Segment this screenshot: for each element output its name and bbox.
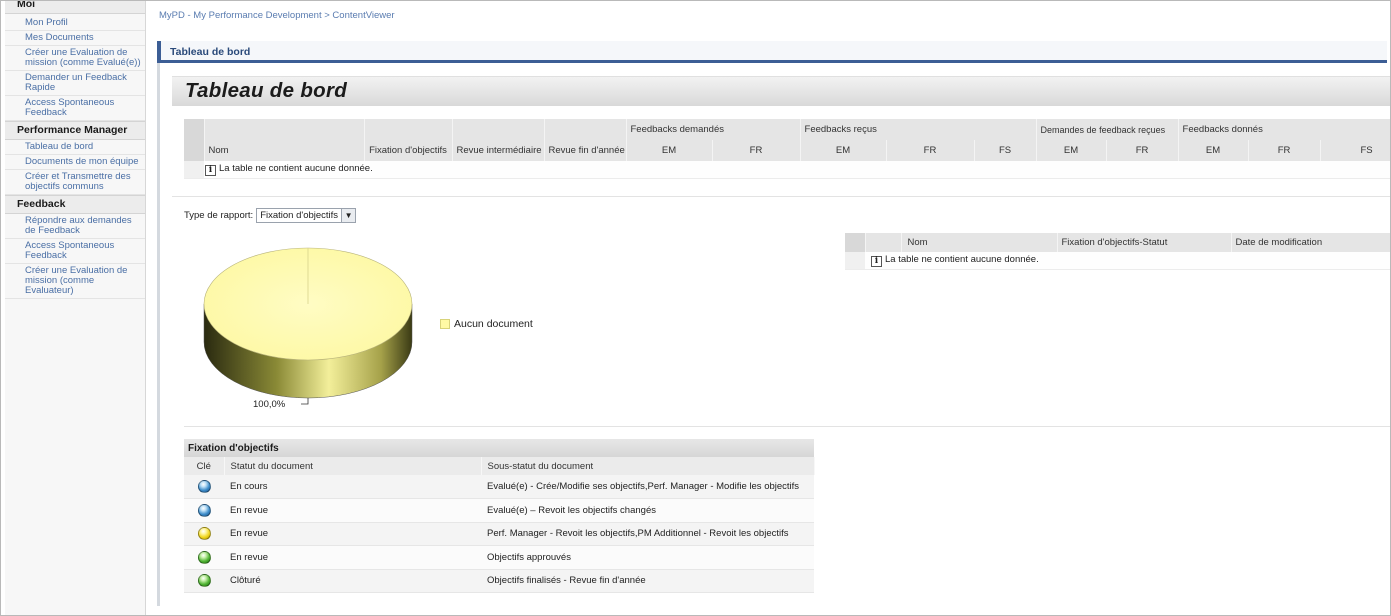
pie-legend: Aucun document	[440, 318, 533, 330]
column-header-fixation[interactable]: Fixation d'objectifs	[364, 140, 453, 161]
column-header-em[interactable]: EM	[626, 140, 713, 161]
section-divider	[184, 426, 1391, 427]
column-header-fr[interactable]: FR	[886, 140, 975, 161]
sidebar-item-tableau-de-bord[interactable]: Tableau de bord	[5, 140, 145, 155]
content-title: Tableau de bord	[170, 46, 251, 58]
column-header-fs[interactable]: FS	[1320, 140, 1391, 161]
column-header-statut-document: Statut du document	[224, 457, 482, 475]
header-blank	[865, 233, 902, 252]
page-heading-bar: Tableau de bord	[172, 76, 1391, 106]
status-cell: En revue	[224, 498, 481, 523]
header-blank	[204, 119, 365, 140]
row-selector	[184, 161, 204, 179]
status-cell: En cours	[224, 475, 481, 499]
key-cell	[184, 545, 224, 570]
blue-ball-icon	[197, 503, 211, 517]
group-header-feedbacks-recus: Feedbacks reçus	[800, 119, 1037, 140]
column-header-nom[interactable]: Nom	[204, 140, 365, 161]
sidebar: Moi Mon Profil Mes Documents Créer une E…	[5, 0, 146, 616]
column-header-fr[interactable]: FR	[1248, 140, 1321, 161]
pie-slice-label: 100,0%	[253, 399, 286, 410]
substatus-cell: Evalué(e) – Revoit les objectifs changés	[481, 498, 814, 523]
column-header-statut[interactable]: Fixation d'objectifs-Statut	[1057, 233, 1232, 252]
green-ball-icon	[197, 574, 211, 588]
green-ball-icon	[197, 550, 211, 564]
key-cell	[184, 498, 224, 523]
row-selector	[845, 252, 865, 270]
substatus-cell: Objectifs approuvés	[481, 545, 814, 570]
sidebar-item-creer-evaluation-evalue[interactable]: Créer une Evaluation de mission (comme E…	[5, 46, 145, 71]
section-divider	[172, 196, 1391, 197]
empty-message: La table ne contient aucune donnée.	[219, 162, 373, 174]
info-icon: i	[871, 255, 882, 267]
sidebar-category-feedback: Feedback	[5, 195, 145, 214]
sidebar-item-mon-profil[interactable]: Mon Profil	[5, 14, 145, 31]
info-icon: i	[205, 164, 216, 176]
sidebar-item-creer-evaluation-evaluateur[interactable]: Créer une Evaluation de mission (comme E…	[5, 264, 145, 299]
report-type-select[interactable]: Fixation d'objectifs ▼	[256, 208, 357, 223]
key-cell	[184, 475, 224, 499]
substatus-cell: Evalué(e) - Crée/Modifie ses objectifs,P…	[481, 475, 814, 499]
column-header-cle: Clé	[184, 457, 225, 475]
sidebar-item-mes-documents[interactable]: Mes Documents	[5, 31, 145, 46]
row-selector-header[interactable]	[845, 233, 866, 252]
empty-table-row: i La table ne contient aucune donnée.	[865, 252, 1391, 270]
header-blank	[452, 119, 545, 140]
column-header-fr[interactable]: FR	[1106, 140, 1179, 161]
column-header-sous-statut: Sous-statut du document	[481, 457, 815, 475]
pie-label-leader	[301, 398, 309, 405]
column-header-revue-fin[interactable]: Revue fin d'année	[544, 140, 627, 161]
sidebar-item-documents-equipe[interactable]: Documents de mon équipe	[5, 155, 145, 170]
sidebar-item-objectifs-communs[interactable]: Créer et Transmettre des objectifs commu…	[5, 170, 145, 195]
column-header-em[interactable]: EM	[1178, 140, 1249, 161]
pie-chart: 100,0%	[203, 247, 413, 410]
group-header-feedbacks-donnes: Feedbacks donnés	[1178, 119, 1391, 140]
group-header-feedbacks-demandes: Feedbacks demandés	[626, 119, 801, 140]
sidebar-item-access-spontaneous-feedback-2[interactable]: Access Spontaneous Feedback	[5, 239, 145, 264]
sidebar-category-moi: Moi	[5, 0, 145, 14]
legend-swatch	[440, 319, 450, 329]
key-table-title: Fixation d'objectifs	[184, 439, 814, 457]
key-cell	[184, 569, 224, 593]
empty-table-row: i La table ne contient aucune donnée.	[204, 161, 1391, 179]
content-title-strip: Tableau de bord	[157, 41, 1387, 63]
status-cell: En revue	[224, 522, 481, 546]
substatus-cell: Perf. Manager - Revoit les objectifs,PM …	[481, 522, 814, 546]
column-header-revue-intermediaire[interactable]: Revue intermédiaire	[452, 140, 545, 161]
report-type-label: Type de rapport:	[184, 210, 254, 221]
substatus-cell: Objectifs finalisés - Revue fin d'année	[481, 569, 814, 593]
header-blank	[364, 119, 453, 140]
column-header-em[interactable]: EM	[1036, 140, 1107, 161]
report-type-value: Fixation d'objectifs	[260, 210, 339, 221]
status-cell: Clôturé	[224, 569, 481, 593]
sidebar-item-access-spontaneous-feedback[interactable]: Access Spontaneous Feedback	[5, 96, 145, 121]
status-key-table: Fixation d'objectifs Clé Statut du docum…	[184, 439, 815, 593]
row-selector-header[interactable]	[184, 119, 205, 140]
column-header-em[interactable]: EM	[800, 140, 887, 161]
sidebar-category-performance-manager: Performance Manager	[5, 121, 145, 140]
breadcrumb[interactable]: MyPD - My Performance Development > Cont…	[159, 10, 395, 21]
empty-message: La table ne contient aucune donnée.	[885, 253, 1039, 265]
page-title: Tableau de bord	[185, 79, 348, 102]
blue-ball-icon	[197, 480, 211, 493]
column-header-fs[interactable]: FS	[974, 140, 1037, 161]
sidebar-item-demander-feedback[interactable]: Demander un Feedback Rapide	[5, 71, 145, 96]
status-cell: En revue	[224, 545, 481, 570]
key-cell	[184, 522, 224, 546]
sidebar-item-repondre-demandes[interactable]: Répondre aux demandes de Feedback	[5, 214, 145, 239]
column-header-fr[interactable]: FR	[712, 140, 801, 161]
document-status-table: Nom Fixation d'objectifs-Statut Date de …	[845, 233, 1391, 270]
legend-label: Aucun document	[454, 318, 533, 330]
group-header-demandes-recues: Demandes de feedback reçues	[1036, 119, 1179, 140]
content-border	[157, 63, 160, 606]
yellow-ball-icon	[197, 527, 211, 541]
column-header-date-modification[interactable]: Date de modification	[1231, 233, 1391, 252]
report-type-row: Type de rapport: Fixation d'objectifs ▼	[184, 208, 357, 223]
header-blank	[544, 119, 627, 140]
dashboard-table: Feedbacks demandés Feedbacks reçus Deman…	[184, 119, 1391, 179]
column-header-nom[interactable]: Nom	[901, 233, 1058, 252]
row-selector-header[interactable]	[184, 140, 205, 161]
chevron-down-icon[interactable]: ▼	[341, 209, 356, 222]
